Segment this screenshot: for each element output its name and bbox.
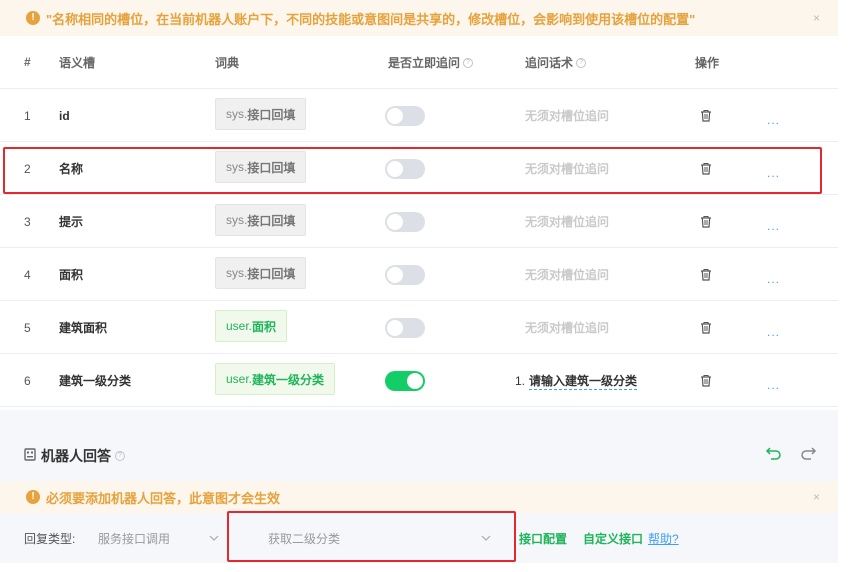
table-row: 5 建筑面积 user. 面积 无须对槽位追问... [0, 301, 838, 354]
more-icon[interactable]: ... [767, 305, 780, 358]
chevron-down-icon [208, 532, 220, 547]
slot-name: 提示 [59, 215, 84, 229]
more-icon[interactable]: ... [767, 199, 780, 252]
table-header: # 语义槽 词典 是否立即追问? 追问话术? 操作 [0, 36, 838, 89]
dict-prefix: sys. [226, 266, 248, 280]
trash-icon[interactable] [700, 109, 712, 122]
dict-prefix: sys. [226, 213, 248, 227]
slot-name: 建筑一级分类 [59, 374, 132, 388]
dict-tag[interactable]: sys. 接口回填 [215, 257, 307, 289]
close-icon[interactable]: × [813, 490, 820, 504]
reply-type-select[interactable]: 服务接口调用 [86, 524, 226, 552]
dict-tag[interactable]: sys. 接口回填 [215, 204, 307, 236]
table-body: 1 id sys. 接口回填 无须对槽位追问... 2 名称 sys. 接口回填 无须对槽位追问.… [0, 89, 838, 407]
dict-prefix: sys. [226, 107, 248, 121]
header-ask-text-label: 追问话术 [525, 55, 574, 70]
more-icon[interactable]: ... [767, 93, 780, 146]
bot-reply-header: 机器人回答 ? [0, 430, 838, 481]
close-icon[interactable]: × [813, 11, 820, 25]
bot-reply-warning-banner: ! 必须要添加机器人回答，此意图才会生效 × [0, 481, 838, 513]
warning-icon: ! [26, 490, 40, 504]
trash-icon[interactable] [700, 321, 712, 334]
redo-icon[interactable] [799, 446, 817, 463]
slot-share-warning-banner: ! "名称相同的槽位，在当前机器人账户下，不同的技能或意图间是共享的，修改槽位，… [0, 0, 838, 36]
ask-now-switch[interactable] [385, 370, 425, 391]
help-icon[interactable]: ? [115, 450, 125, 461]
custom-api-link[interactable]: 自定义接口 [583, 530, 643, 547]
help-icon[interactable]: ? [463, 58, 474, 69]
bot-reply-title: 机器人回答 [41, 447, 111, 464]
help-link[interactable]: 帮助? [648, 530, 679, 547]
ask-text-number: 1. [515, 374, 526, 388]
help-icon[interactable]: ? [576, 58, 587, 69]
dict-prefix: user. [226, 372, 253, 386]
warning-icon: ! [26, 11, 40, 25]
header-dict: 词典 [215, 55, 240, 70]
slot-table: # 语义槽 词典 是否立即追问? 追问话术? 操作 1 id sys. 接口回填 无须对… [0, 36, 838, 407]
trash-icon[interactable] [700, 268, 712, 281]
ask-text-disabled: 无须对槽位追问 [525, 215, 610, 229]
dict-name: 接口回填 [247, 107, 296, 122]
select-highlight-box [227, 511, 516, 562]
row-index: 5 [24, 320, 31, 335]
trash-icon[interactable] [700, 374, 712, 387]
ask-now-switch[interactable] [385, 105, 425, 126]
section-divider [0, 410, 838, 430]
table-row: 4 面积 sys. 接口回填 无须对槽位追问... [0, 248, 838, 301]
header-slot: 语义槽 [59, 55, 96, 70]
row-index: 1 [24, 108, 31, 123]
dict-prefix: user. [226, 319, 253, 333]
slot-name: 建筑面积 [59, 321, 108, 335]
dict-name: 面积 [252, 319, 277, 334]
table-row: 6 建筑一级分类 user. 建筑一级分类 1. 请输入建筑一级分类... [0, 354, 838, 407]
slot-name: 面积 [59, 268, 84, 282]
dict-tag[interactable]: user. 建筑一级分类 [215, 363, 336, 395]
header-ask-text: 追问话术? [525, 54, 587, 71]
undo-icon[interactable] [765, 446, 783, 463]
trash-icon[interactable] [700, 215, 712, 228]
ask-now-switch[interactable] [385, 211, 425, 232]
header-index: # [24, 55, 31, 69]
ask-text-disabled: 无须对槽位追问 [525, 109, 610, 123]
api-config-link[interactable]: 接口配置 [519, 530, 567, 547]
dict-tag[interactable]: sys. 接口回填 [215, 98, 307, 130]
more-icon[interactable]: ... [767, 358, 780, 411]
reply-type-label: 回复类型: [24, 532, 76, 546]
bot-reply-warning-text: 必须要添加机器人回答，此意图才会生效 [46, 490, 281, 506]
header-ask-now: 是否立即追问? [388, 54, 474, 71]
header-ask-now-label: 是否立即追问 [388, 55, 461, 70]
dict-tag[interactable]: user. 面积 [215, 310, 288, 342]
table-row: 3 提示 sys. 接口回填 无须对槽位追问... [0, 195, 838, 248]
slot-share-warning-text: "名称相同的槽位，在当前机器人账户下，不同的技能或意图间是共享的，修改槽位，会影… [46, 11, 696, 27]
table-row: 1 id sys. 接口回填 无须对槽位追问... [0, 89, 838, 142]
dict-name: 接口回填 [247, 213, 296, 228]
slot-name: id [59, 108, 70, 123]
ask-text-item[interactable]: 1. 请输入建筑一级分类 [515, 372, 638, 390]
ask-text-disabled: 无须对槽位追问 [525, 321, 610, 335]
reply-type-value: 服务接口调用 [98, 531, 171, 546]
header-ops: 操作 [695, 55, 720, 70]
dict-name: 建筑一级分类 [252, 372, 325, 387]
ask-now-switch[interactable] [385, 264, 425, 285]
row-index: 3 [24, 214, 31, 229]
ask-now-switch[interactable] [385, 317, 425, 338]
row-index: 6 [24, 373, 31, 388]
dict-name: 接口回填 [247, 266, 296, 281]
ask-text-disabled: 无须对槽位追问 [525, 268, 610, 282]
robot-icon [24, 447, 36, 464]
ask-text-value[interactable]: 请输入建筑一级分类 [529, 374, 638, 390]
more-icon[interactable]: ... [767, 252, 780, 305]
row-highlight-box [3, 147, 822, 194]
row-index: 4 [24, 267, 31, 282]
